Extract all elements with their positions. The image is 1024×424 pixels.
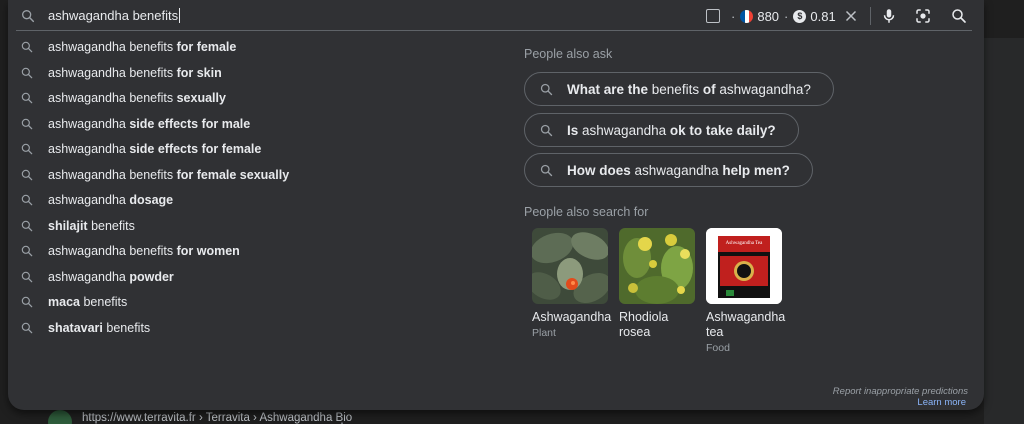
tile-subtitle: Plant bbox=[532, 327, 556, 339]
suggestion-text: ashwagandha benefits for female bbox=[48, 40, 237, 54]
search-icon bbox=[21, 10, 35, 23]
report-predictions-link[interactable]: Report inappropriate predictions bbox=[833, 386, 968, 397]
tile-title: Ashwagandha tea bbox=[706, 310, 786, 339]
search-icon bbox=[540, 124, 553, 136]
search-input[interactable]: ashwagandha benefits bbox=[48, 8, 181, 24]
suggestion-text: ashwagandha benefits for women bbox=[48, 244, 240, 258]
suggestion-item[interactable]: ashwagandha benefits for women bbox=[8, 239, 508, 265]
more-options-icon[interactable]: ⋮ bbox=[336, 412, 348, 424]
page-background-right bbox=[984, 38, 1024, 424]
ashwagandha-plant-image bbox=[532, 228, 608, 304]
related-entity-tile[interactable]: Rhodiola rosea bbox=[619, 228, 697, 342]
suggestion-item[interactable]: maca benefits bbox=[8, 290, 508, 316]
search-icon bbox=[21, 118, 33, 129]
learn-more-link[interactable]: Learn more bbox=[917, 397, 966, 408]
suggestion-text: ashwagandha side effects for female bbox=[48, 142, 262, 156]
search-icon bbox=[21, 41, 33, 53]
search-icon bbox=[540, 83, 553, 95]
suggestion-item[interactable]: ashwagandha benefits for female bbox=[8, 35, 508, 61]
suggestion-item[interactable]: ashwagandha dosage bbox=[8, 188, 508, 214]
people-also-ask-title: People also ask bbox=[524, 47, 613, 61]
suggestion-text: ashwagandha benefits sexually bbox=[48, 91, 226, 105]
suggestion-item[interactable]: shatavari benefits bbox=[8, 316, 508, 342]
search-icon bbox=[21, 271, 33, 282]
people-also-search-title: People also search for bbox=[524, 205, 649, 219]
search-icon bbox=[21, 245, 33, 257]
suggestion-item[interactable]: shilajit benefits bbox=[8, 214, 508, 240]
suggestion-text: ashwagandha powder bbox=[48, 269, 174, 284]
suggestion-text: ashwagandha benefits for skin bbox=[48, 65, 222, 80]
suggestion-text: shatavari benefits bbox=[48, 320, 151, 335]
suggestion-item[interactable]: ashwagandha side effects for male bbox=[8, 112, 508, 138]
result-url[interactable]: https://www.terravita.fr › Terravita › A… bbox=[82, 412, 352, 424]
search-icon bbox=[21, 143, 33, 155]
related-entity-tile[interactable]: Ashwagandha Plant bbox=[532, 228, 612, 339]
suggestion-text: ashwagandha side effects for male bbox=[48, 116, 251, 131]
site-favicon bbox=[48, 410, 72, 424]
rhodiola-rosea-image bbox=[619, 228, 695, 304]
suggestion-list: ashwagandha benefits for female ashwagand… bbox=[8, 35, 508, 341]
search-icon bbox=[540, 164, 553, 176]
question-chip[interactable]: Is ashwagandha ok to take daily? bbox=[524, 113, 799, 147]
suggestion-text: ashwagandha dosage bbox=[48, 193, 174, 207]
suggestion-item[interactable]: ashwagandha benefits sexually bbox=[8, 86, 508, 112]
search-icon bbox=[21, 169, 33, 180]
tile-title: Rhodiola rosea bbox=[619, 310, 669, 339]
tile-subtitle: Food bbox=[706, 342, 730, 354]
suggestion-text: ashwagandha benefits for female sexually bbox=[48, 167, 290, 182]
behind-search-result: https://www.terravita.fr › Terravita › A… bbox=[48, 410, 448, 424]
right-panel: People also ask What are the benefits of… bbox=[524, 0, 984, 400]
tea-box-label: Ashwagandha Tea bbox=[725, 241, 763, 246]
search-icon bbox=[21, 92, 33, 104]
tile-title: Ashwagandha bbox=[532, 310, 612, 324]
suggestion-item[interactable]: ashwagandha powder bbox=[8, 265, 508, 291]
question-chip[interactable]: What are the benefits of ashwagandha? bbox=[524, 72, 834, 106]
search-icon bbox=[21, 322, 33, 333]
suggestion-item[interactable]: ashwagandha benefits for female sexually bbox=[8, 163, 508, 189]
search-autocomplete-panel: ashwagandha benefits · 880 · $ 0.81 ashw… bbox=[8, 0, 984, 410]
search-icon bbox=[21, 220, 33, 231]
suggestion-item[interactable]: ashwagandha benefits for skin bbox=[8, 61, 508, 87]
search-icon bbox=[21, 67, 33, 78]
search-icon bbox=[21, 194, 33, 206]
suggestion-text: maca benefits bbox=[48, 295, 128, 309]
related-entity-tile[interactable]: Ashwagandha Tea Ashwagandha tea Food bbox=[706, 228, 786, 354]
suggestion-item[interactable]: ashwagandha side effects for female bbox=[8, 137, 508, 163]
ashwagandha-tea-image: Ashwagandha Tea bbox=[706, 228, 782, 304]
question-chip[interactable]: How does ashwagandha help men? bbox=[524, 153, 813, 187]
search-icon bbox=[21, 296, 33, 308]
suggestion-text: shilajit benefits bbox=[48, 218, 135, 233]
